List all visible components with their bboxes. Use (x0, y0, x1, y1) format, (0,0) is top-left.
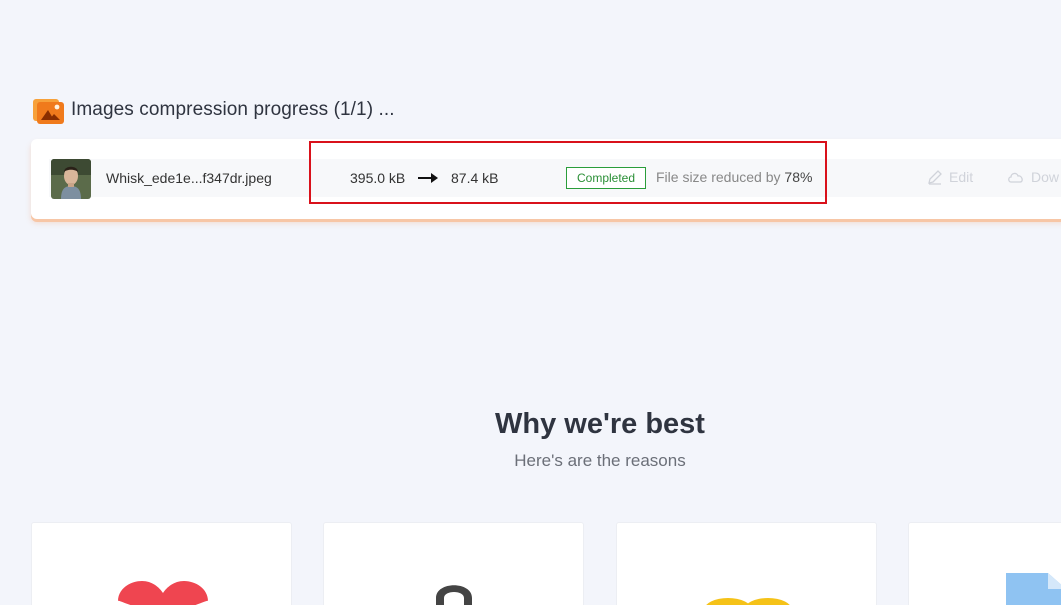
heart-icon (118, 581, 208, 605)
progress-title: Images compression progress (1/1) ... (71, 99, 395, 120)
file-card: Whisk_ede1e...f347dr.jpeg 395.0 kB 87.4 … (31, 139, 1061, 219)
download-label: Dow (1031, 169, 1060, 185)
pencil-icon (928, 170, 942, 185)
edit-button[interactable]: Edit (927, 169, 973, 185)
feature-card-1 (31, 522, 292, 605)
lock-icon (436, 585, 472, 605)
reduction-label: File size reduced by (656, 169, 781, 185)
progress-header: Images compression progress (1/1) ... (33, 96, 395, 124)
coins-icon (706, 598, 790, 605)
arrow-right-icon (418, 173, 438, 183)
file-thumbnail (51, 159, 91, 199)
feature-card-2 (323, 522, 584, 605)
status-badge: Completed (566, 167, 646, 189)
cloud-download-icon (1008, 172, 1023, 183)
download-button[interactable]: Dow (1007, 169, 1059, 185)
compressed-size: 87.4 kB (451, 170, 499, 186)
document-icon (1006, 573, 1061, 605)
original-size: 395.0 kB (350, 170, 406, 186)
page: Images compression progress (1/1) ... Wh… (0, 0, 1061, 605)
image-icon (33, 99, 64, 124)
edit-label: Edit (949, 169, 974, 185)
file-name: Whisk_ede1e...f347dr.jpeg (106, 170, 272, 186)
feature-card-4 (908, 522, 1061, 605)
section-subtitle: Here's are the reasons (514, 451, 686, 470)
reduction-info: File size reduced by 78% (656, 169, 812, 185)
feature-card-3 (616, 522, 877, 605)
section-title: Why we're best (495, 408, 705, 440)
reduction-percent: 78% (784, 169, 813, 185)
